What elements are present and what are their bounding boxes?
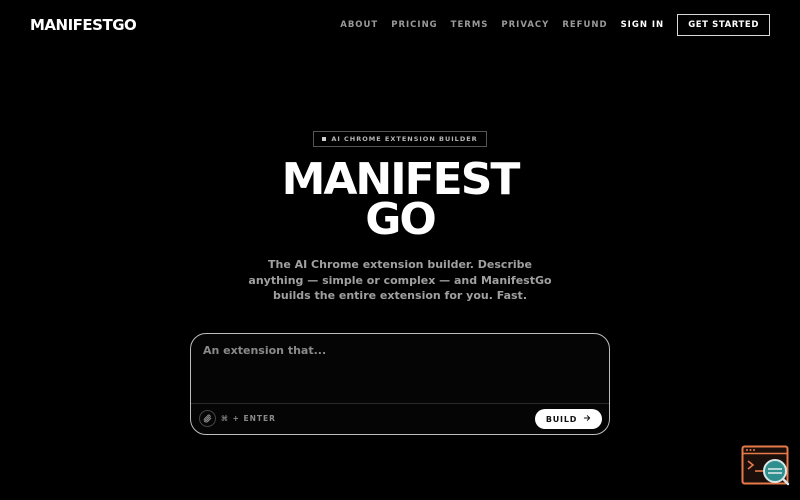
build-button-label: BUILD [545,414,578,424]
get-started-button[interactable]: GET STARTED [677,14,770,36]
build-button[interactable]: BUILD [535,409,602,429]
prompt-divider [191,403,609,404]
terminal-search-icon[interactable] [741,445,791,487]
title-line-2: GO [365,194,437,245]
keyboard-shortcut-hint: ⌘ + ENTER [221,414,276,423]
nav-refund-link[interactable]: REFUND [562,20,607,30]
logo[interactable]: MANIFESTGO [30,16,137,34]
hero-badge-label: AI CHROME EXTENSION BUILDER [331,135,478,143]
nav-privacy-link[interactable]: PRIVACY [501,20,549,30]
nav-about-link[interactable]: ABOUT [340,20,378,30]
square-icon [322,137,327,141]
prompt-box: ⌘ + ENTER BUILD [190,333,610,435]
nav-terms-link[interactable]: TERMS [451,20,489,30]
prompt-input[interactable] [203,344,593,396]
paperclip-icon[interactable] [199,410,216,427]
page: MANIFESTGO ABOUT PRICING TERMS PRIVACY R… [0,0,800,500]
hero-badge: AI CHROME EXTENSION BUILDER [313,131,487,147]
hero-description: The AI Chrome extension builder. Describ… [248,258,552,302]
top-nav: ABOUT PRICING TERMS PRIVACY REFUND SIGN … [327,14,770,36]
arrow-right-icon [583,414,591,424]
page-title: MANIFEST GO [0,158,800,245]
nav-pricing-link[interactable]: PRICING [391,20,437,30]
sign-in-link[interactable]: SIGN IN [621,20,665,30]
